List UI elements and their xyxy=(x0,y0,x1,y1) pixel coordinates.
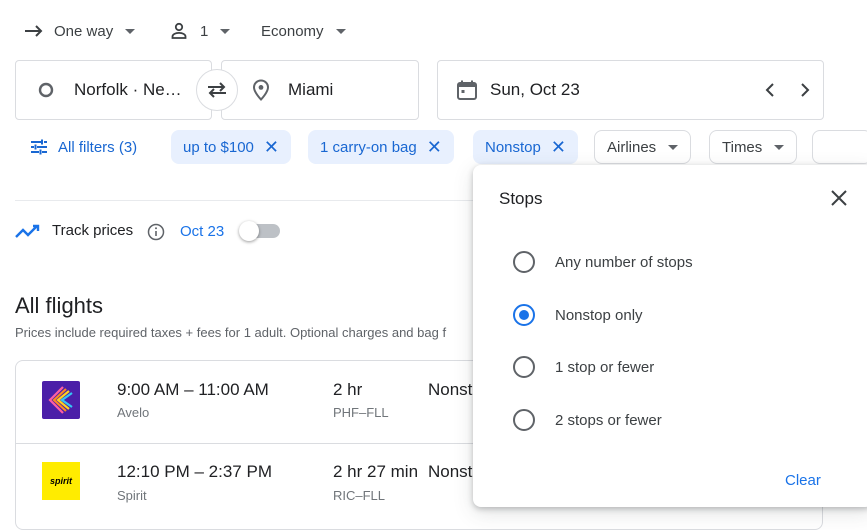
person-icon xyxy=(171,22,187,39)
avelo-logo xyxy=(42,381,80,419)
divider xyxy=(15,200,475,201)
location-pin-icon xyxy=(252,79,270,101)
close-icon[interactable]: ✕ xyxy=(427,138,442,156)
all-filters-button[interactable]: All filters (3) xyxy=(18,130,149,164)
tune-icon xyxy=(31,139,47,155)
airline-name: Avelo xyxy=(117,405,150,420)
departure-date-field[interactable]: Sun, Oct 23 xyxy=(437,60,824,120)
flight-times[interactable]: 9:00 AM – 11:00 AM xyxy=(117,380,269,400)
chevron-down-icon xyxy=(335,28,346,34)
stops-option-label: 1 stop or fewer xyxy=(555,358,655,376)
close-icon[interactable]: ✕ xyxy=(551,138,566,156)
airline-name: Spirit xyxy=(117,488,147,503)
avelo-mark-icon xyxy=(48,386,73,414)
passengers-count: 1 xyxy=(200,22,209,40)
radio-button[interactable] xyxy=(513,409,535,431)
flight-stops: Nonst xyxy=(428,462,473,481)
stops-filter-chip[interactable]: Nonstop ✕ xyxy=(473,130,578,164)
cabin-class-select[interactable]: Economy xyxy=(261,18,346,44)
flight-duration: 2 hr 27 min xyxy=(333,462,419,481)
stops-option-nonstop[interactable]: Nonstop only xyxy=(513,304,643,326)
stops-option-label: Nonstop only xyxy=(555,306,643,324)
spirit-logo: spirit xyxy=(42,462,80,500)
chevron-down-icon xyxy=(668,144,679,150)
stops-popup-title: Stops xyxy=(499,189,543,208)
chevron-right-icon[interactable] xyxy=(799,82,811,98)
trending-icon xyxy=(15,224,40,238)
radio-button[interactable] xyxy=(513,251,535,273)
times-filter-button[interactable]: Times xyxy=(709,130,798,164)
arrow-right-icon xyxy=(25,25,43,37)
close-icon[interactable]: ✕ xyxy=(264,138,279,156)
price-filter-chip[interactable]: up to $100 ✕ xyxy=(171,130,291,164)
airlines-filter-button[interactable]: Airlines xyxy=(594,130,692,164)
departure-date-value: Sun, Oct 23 xyxy=(490,80,580,99)
price-note: Prices include required taxes + fees for… xyxy=(15,325,447,340)
close-icon[interactable] xyxy=(830,189,848,207)
radio-button-selected[interactable] xyxy=(513,304,535,326)
swap-button[interactable] xyxy=(196,69,238,111)
passengers-select[interactable]: 1 xyxy=(170,18,231,44)
stops-option-any[interactable]: Any number of stops xyxy=(513,251,693,273)
chevron-left-icon[interactable] xyxy=(764,82,776,98)
chevron-down-icon xyxy=(220,28,231,34)
info-icon[interactable] xyxy=(147,223,165,241)
stops-option-one[interactable]: 1 stop or fewer xyxy=(513,356,654,378)
bags-filter-label: 1 carry-on bag xyxy=(320,138,417,156)
origin-value: Norfolk · Ne… xyxy=(74,80,182,99)
track-prices-label: Track prices xyxy=(52,222,134,239)
stops-option-label: Any number of stops xyxy=(555,253,693,271)
origin-circle-icon xyxy=(38,82,54,98)
bags-filter-chip[interactable]: 1 carry-on bag ✕ xyxy=(308,130,454,164)
more-filters-chip[interactable] xyxy=(812,130,867,164)
radio-button[interactable] xyxy=(513,356,535,378)
cabin-class-label: Economy xyxy=(261,22,324,40)
stops-popup: Stops Any number of stops Nonstop only 1… xyxy=(473,165,867,507)
origin-field[interactable]: Norfolk · Ne… xyxy=(15,60,212,120)
destination-value: Miami xyxy=(288,80,334,99)
calendar-icon xyxy=(457,80,477,100)
track-date: Oct 23 xyxy=(180,223,225,240)
chevron-down-icon xyxy=(125,28,136,34)
all-filters-label: All filters (3) xyxy=(58,138,138,156)
flight-route: RIC–FLL xyxy=(333,488,386,503)
airlines-filter-label: Airlines xyxy=(607,138,657,156)
price-filter-label: up to $100 xyxy=(183,138,254,156)
results-heading: All flights xyxy=(15,293,104,318)
swap-arrows-icon xyxy=(208,82,226,98)
stops-option-two[interactable]: 2 stops or fewer xyxy=(513,409,662,431)
flight-stops: Nonst xyxy=(428,380,473,399)
flight-times[interactable]: 12:10 PM – 2:37 PM xyxy=(117,462,272,482)
times-filter-label: Times xyxy=(722,138,763,156)
trip-type-select[interactable]: One way xyxy=(24,18,136,44)
stops-filter-label: Nonstop xyxy=(485,138,541,156)
trip-type-label: One way xyxy=(54,22,114,40)
destination-field[interactable]: Miami xyxy=(221,60,419,120)
stops-option-label: 2 stops or fewer xyxy=(555,411,662,429)
clear-button[interactable]: Clear xyxy=(785,472,821,489)
flight-duration: 2 hr xyxy=(333,380,363,399)
flight-route: PHF–FLL xyxy=(333,405,389,420)
chevron-down-icon xyxy=(774,144,785,150)
toggle-knob xyxy=(239,221,259,241)
